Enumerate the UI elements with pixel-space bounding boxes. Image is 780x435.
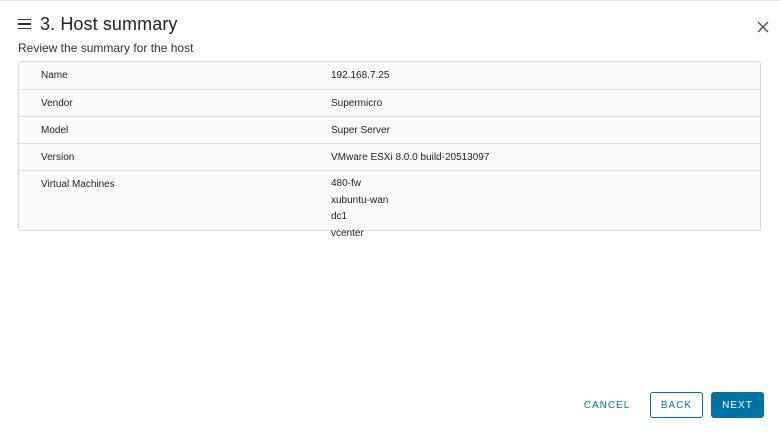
table-row: Model Super Server [19,116,760,143]
row-value-version: VMware ESXi 8.0.0 build-20513097 [331,152,490,163]
menu-icon[interactable] [18,12,31,36]
top-divider [0,0,780,1]
row-label-version: Version [41,152,75,163]
vm-list-item: xubuntu-wan [331,194,389,206]
vm-list-item: dc1 [331,211,348,222]
vm-list-item: vcenter [331,227,364,239]
row-label-model: Model [41,125,69,136]
table-row: Version VMware ESXi 8.0.0 build-20513097 [19,143,760,170]
dialog-footer: CANCEL BACK NEXT [580,392,764,418]
row-label-name: Name [41,70,68,81]
table-row: Vendor Supermicro [19,89,760,116]
back-button[interactable]: BACK [650,392,703,418]
table-row: Virtual Machines 480-fw xubuntu-wan dc1 … [19,170,760,239]
vm-list-item: 480-fw [331,178,362,189]
row-label-vendor: Vendor [41,98,73,109]
row-value-virtual-machines: 480-fw xubuntu-wan dc1 vcenter [331,171,389,239]
next-button[interactable]: NEXT [711,392,764,418]
page-title: 3. Host summary [40,13,178,34]
page-subtitle: Review the summary for the host [18,41,194,55]
row-value-model: Super Server [331,125,390,136]
host-summary-table: Name 192.168.7.25 Vendor Supermicro Mode… [18,61,761,239]
row-value-name: 192.168.7.25 [331,70,390,81]
row-label-virtual-machines: Virtual Machines [41,179,115,190]
cancel-button[interactable]: CANCEL [580,392,634,418]
row-value-vendor: Supermicro [331,98,383,109]
close-icon[interactable] [756,20,770,34]
dialog-header: 3. Host summary [18,12,178,36]
table-row: Name 192.168.7.25 [19,62,760,89]
